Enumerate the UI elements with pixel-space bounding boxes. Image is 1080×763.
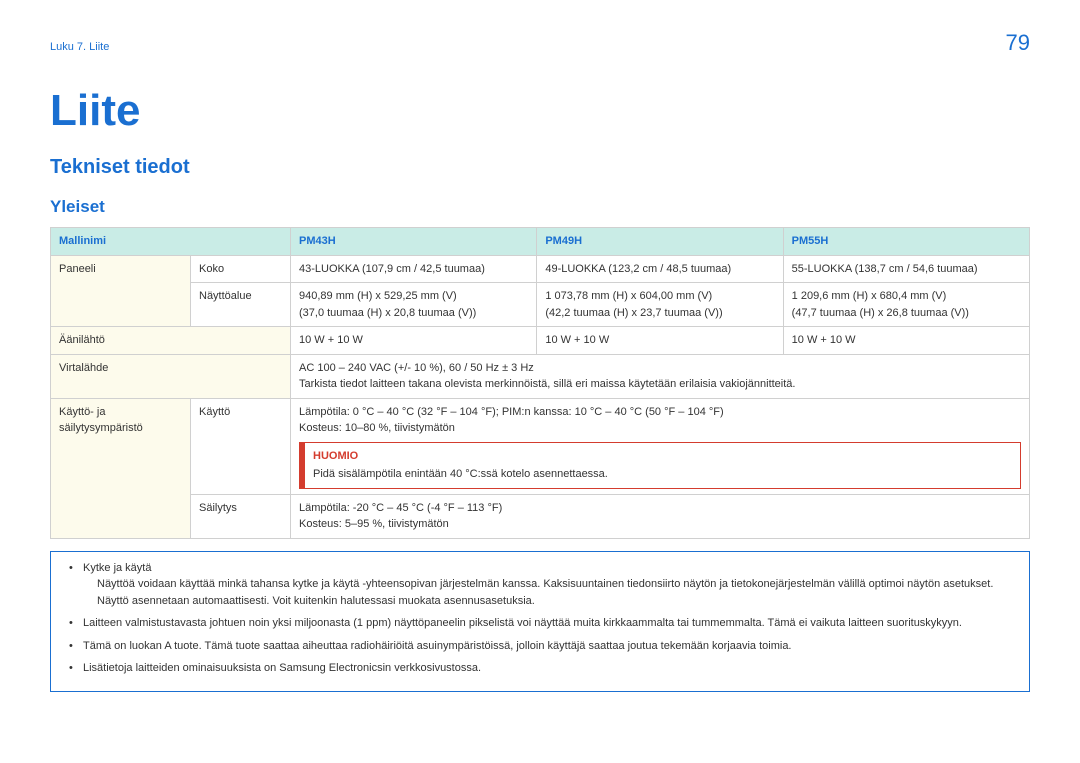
storage-value: Lämpötila: -20 °C – 45 °C (-4 °F – 113 °… — [291, 494, 1030, 538]
table-row: Näyttöalue 940,89 mm (H) x 529,25 mm (V)… — [51, 283, 1030, 327]
display-area-m3: 1 209,6 mm (H) x 680,4 mm (V) (47,7 tuum… — [783, 283, 1029, 327]
table-row: Äänilähtö 10 W + 10 W 10 W + 10 W 10 W +… — [51, 327, 1030, 355]
list-item: Tämä on luokan A tuote. Tämä tuote saatt… — [69, 638, 1015, 655]
operating-value: Lämpötila: 0 °C – 40 °C (32 °F – 104 °F)… — [291, 398, 1030, 494]
document-header: Luku 7. Liite 79 — [50, 30, 1030, 56]
panel-size-label: Koko — [191, 255, 291, 283]
power-label: Virtalähde — [51, 354, 291, 398]
audio-m1: 10 W + 10 W — [291, 327, 537, 355]
list-item: Lisätietoja laitteiden ominaisuuksista o… — [69, 660, 1015, 677]
specs-table: Mallinimi PM43H PM49H PM55H Paneeli Koko… — [50, 227, 1030, 539]
table-row: Paneeli Koko 43-LUOKKA (107,9 cm / 42,5 … — [51, 255, 1030, 283]
display-area-label: Näyttöalue — [191, 283, 291, 327]
caution-label: HUOMIO — [313, 448, 1012, 465]
operating-label: Käyttö — [191, 398, 291, 494]
panel-size-m1: 43-LUOKKA (107,9 cm / 42,5 tuumaa) — [291, 255, 537, 283]
panel-size-m2: 49-LUOKKA (123,2 cm / 48,5 tuumaa) — [537, 255, 783, 283]
page-title: Liite — [50, 86, 1030, 136]
audio-m2: 10 W + 10 W — [537, 327, 783, 355]
table-row: Virtalähde AC 100 – 240 VAC (+/- 10 %), … — [51, 354, 1030, 398]
notes-box: Kytke ja käytä Näyttöä voidaan käyttää m… — [50, 551, 1030, 692]
caution-box: HUOMIO Pidä sisälämpötila enintään 40 °C… — [299, 442, 1021, 489]
table-row: Käyttö- ja säilytysympäristö Käyttö Lämp… — [51, 398, 1030, 494]
header-model: Mallinimi — [51, 228, 291, 256]
audio-label: Äänilähtö — [51, 327, 291, 355]
header-pm55h: PM55H — [783, 228, 1029, 256]
audio-m3: 10 W + 10 W — [783, 327, 1029, 355]
table-header-row: Mallinimi PM43H PM49H PM55H — [51, 228, 1030, 256]
display-area-m2: 1 073,78 mm (H) x 604,00 mm (V) (42,2 tu… — [537, 283, 783, 327]
env-label: Käyttö- ja säilytysympäristö — [51, 398, 191, 538]
header-pm49h: PM49H — [537, 228, 783, 256]
operating-line1: Lämpötila: 0 °C – 40 °C (32 °F – 104 °F)… — [299, 404, 1021, 421]
power-value: AC 100 – 240 VAC (+/- 10 %), 60 / 50 Hz … — [291, 354, 1030, 398]
storage-line2: Kosteus: 5–95 %, tiivistymätön — [299, 516, 1021, 533]
table-row: Säilytys Lämpötila: -20 °C – 45 °C (-4 °… — [51, 494, 1030, 538]
subsection-title: Yleiset — [50, 197, 1030, 217]
note1-body: Näyttöä voidaan käyttää minkä tahansa ky… — [83, 576, 1015, 609]
list-item: Laitteen valmistustavasta johtuen noin y… — [69, 615, 1015, 632]
panel-size-m3: 55-LUOKKA (138,7 cm / 54,6 tuumaa) — [783, 255, 1029, 283]
panel-label: Paneeli — [51, 255, 191, 327]
list-item: Kytke ja käytä Näyttöä voidaan käyttää m… — [69, 560, 1015, 610]
power-line2: Tarkista tiedot laitteen takana olevista… — [299, 376, 1021, 393]
note1-title: Kytke ja käytä — [83, 562, 151, 574]
storage-line1: Lämpötila: -20 °C – 45 °C (-4 °F – 113 °… — [299, 500, 1021, 517]
power-line1: AC 100 – 240 VAC (+/- 10 %), 60 / 50 Hz … — [299, 360, 1021, 377]
section-title: Tekniset tiedot — [50, 156, 1030, 179]
display-area-m1: 940,89 mm (H) x 529,25 mm (V) (37,0 tuum… — [291, 283, 537, 327]
breadcrumb: Luku 7. Liite — [50, 41, 109, 53]
caution-text: Pidä sisälämpötila enintään 40 °C:ssä ko… — [313, 468, 608, 480]
operating-line2: Kosteus: 10–80 %, tiivistymätön — [299, 420, 1021, 437]
storage-label: Säilytys — [191, 494, 291, 538]
page-number: 79 — [1006, 30, 1030, 56]
header-pm43h: PM43H — [291, 228, 537, 256]
